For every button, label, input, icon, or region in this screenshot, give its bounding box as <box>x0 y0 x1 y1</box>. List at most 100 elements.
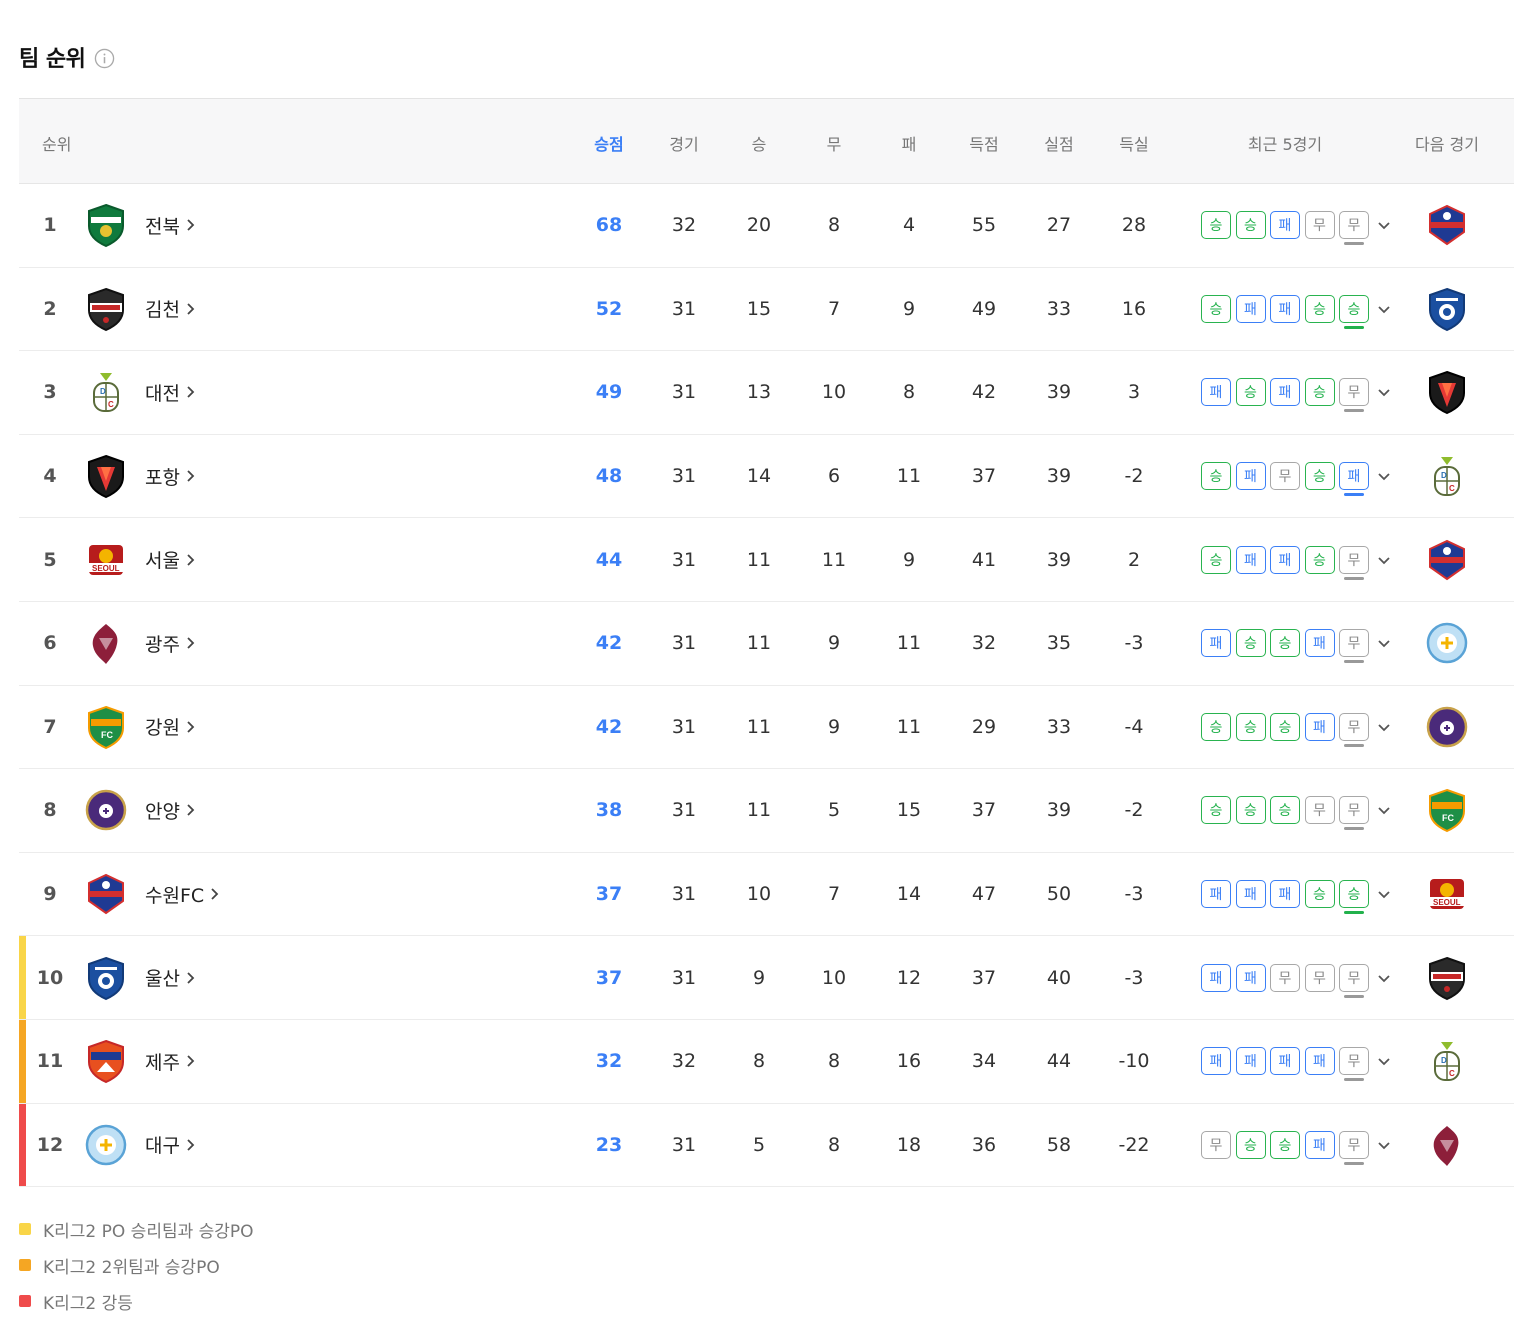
chevron-down-icon[interactable] <box>1376 886 1392 902</box>
table-row[interactable]: 1 전북 68 32 20 8 4 55 27 28 승 승 패 무 무 <box>19 184 1514 268</box>
next-match-ulsan-logo[interactable] <box>1424 286 1470 332</box>
result-badge-draw[interactable]: 무 <box>1339 211 1369 246</box>
header-wins[interactable]: 승 <box>719 131 799 155</box>
result-badge-loss[interactable]: 패 <box>1304 712 1335 741</box>
next-match-daejeon-logo[interactable]: DC <box>1424 1038 1470 1084</box>
result-badge-loss[interactable]: 패 <box>1201 378 1231 407</box>
result-badge-win[interactable]: 승 <box>1304 880 1335 909</box>
result-badge-draw[interactable]: 무 <box>1339 963 1369 998</box>
result-badge-win[interactable]: 승 <box>1201 462 1231 491</box>
team-link[interactable]: 광주 <box>83 620 196 666</box>
result-badge-draw[interactable]: 무 <box>1339 378 1369 413</box>
table-row[interactable]: 10 울산 37 31 9 10 12 37 40 -3 패 패 무 무 무 <box>19 936 1514 1020</box>
team-link[interactable]: 대구 <box>83 1122 196 1168</box>
chevron-down-icon[interactable] <box>1376 802 1392 818</box>
result-badge-win[interactable]: 승 <box>1270 712 1300 741</box>
result-badge-win[interactable]: 승 <box>1270 629 1300 658</box>
result-badge-loss[interactable]: 패 <box>1270 211 1300 240</box>
result-badge-draw[interactable]: 무 <box>1304 963 1335 992</box>
result-badge-draw[interactable]: 무 <box>1270 963 1300 992</box>
result-badge-loss[interactable]: 패 <box>1304 629 1335 658</box>
chevron-down-icon[interactable] <box>1376 635 1392 651</box>
table-row[interactable]: 3 DC 대전 49 31 13 10 8 42 39 3 패 승 패 승 무 <box>19 351 1514 435</box>
result-badge-win[interactable]: 승 <box>1270 796 1300 825</box>
result-badge-win[interactable]: 승 <box>1235 796 1266 825</box>
header-points[interactable]: 승점 <box>569 131 649 155</box>
result-badge-loss[interactable]: 패 <box>1201 629 1231 658</box>
result-badge-draw[interactable]: 무 <box>1270 462 1300 491</box>
table-row[interactable]: 11 제주 32 32 8 8 16 34 44 -10 패 패 패 패 무 D C <box>19 1019 1514 1104</box>
table-row[interactable]: 8 안양 38 31 11 5 15 37 39 -2 승 승 승 무 무 FC <box>19 769 1514 853</box>
header-goals-against[interactable]: 실점 <box>1019 131 1099 155</box>
next-match-seoul-logo[interactable]: SEOUL <box>1424 871 1470 917</box>
chevron-down-icon[interactable] <box>1376 217 1392 233</box>
chevron-down-icon[interactable] <box>1376 1053 1392 1069</box>
result-badge-draw[interactable]: 무 <box>1339 1047 1369 1082</box>
team-link[interactable]: 제주 <box>83 1038 196 1084</box>
result-badge-win[interactable]: 승 <box>1235 1130 1266 1159</box>
next-match-pohang-logo[interactable] <box>1424 369 1470 415</box>
table-row[interactable]: 6 광주 42 31 11 9 11 32 35 -3 패 승 승 패 무 <box>19 602 1514 686</box>
table-row[interactable]: 4 포항 48 31 14 6 11 37 39 -2 승 패 무 승 패 D C <box>19 435 1514 519</box>
table-row[interactable]: 9 수원FC 37 31 10 7 14 47 50 -3 패 패 패 승 승 SEOUL <box>19 853 1514 937</box>
result-badge-loss[interactable]: 패 <box>1235 1047 1266 1076</box>
header-played[interactable]: 경기 <box>644 131 724 155</box>
result-badge-loss[interactable]: 패 <box>1201 963 1231 992</box>
result-badge-draw[interactable]: 무 <box>1339 629 1369 664</box>
result-badge-win[interactable]: 승 <box>1201 545 1231 574</box>
result-badge-win[interactable]: 승 <box>1304 378 1335 407</box>
result-badge-win[interactable]: 승 <box>1235 712 1266 741</box>
result-badge-draw[interactable]: 무 <box>1304 211 1335 240</box>
result-badge-loss[interactable]: 패 <box>1235 294 1266 323</box>
result-badge-loss[interactable]: 패 <box>1235 880 1266 909</box>
next-match-daejeon-logo[interactable]: DC <box>1424 453 1470 499</box>
result-badge-loss[interactable]: 패 <box>1235 462 1266 491</box>
result-badge-draw[interactable]: 무 <box>1339 545 1369 580</box>
result-badge-loss[interactable]: 패 <box>1304 1047 1335 1076</box>
table-row[interactable]: 5 SEOUL 서울 44 31 11 11 9 41 39 2 승 패 패 승 무 <box>19 518 1514 602</box>
next-match-anyang-logo[interactable] <box>1424 704 1470 750</box>
info-icon[interactable] <box>94 48 115 69</box>
header-goals-for[interactable]: 득점 <box>944 131 1024 155</box>
result-badge-win[interactable]: 승 <box>1339 294 1369 329</box>
result-badge-draw[interactable]: 무 <box>1339 796 1369 831</box>
chevron-down-icon[interactable] <box>1376 719 1392 735</box>
result-badge-draw[interactable]: 무 <box>1339 712 1369 747</box>
team-link[interactable]: 김천 <box>83 286 196 332</box>
next-match-suwon-fc-logo[interactable] <box>1424 537 1470 583</box>
chevron-down-icon[interactable] <box>1376 468 1392 484</box>
result-badge-loss[interactable]: 패 <box>1270 545 1300 574</box>
result-badge-win[interactable]: 승 <box>1235 629 1266 658</box>
result-badge-loss[interactable]: 패 <box>1235 963 1266 992</box>
team-link[interactable]: SEOUL 서울 <box>83 537 196 583</box>
team-link[interactable]: 안양 <box>83 787 196 833</box>
chevron-down-icon[interactable] <box>1376 384 1392 400</box>
next-match-suwon-fc-logo[interactable] <box>1424 202 1470 248</box>
result-badge-loss[interactable]: 패 <box>1339 462 1369 497</box>
result-badge-win[interactable]: 승 <box>1304 462 1335 491</box>
result-badge-win[interactable]: 승 <box>1201 796 1231 825</box>
team-link[interactable]: DC 대전 <box>83 369 196 415</box>
result-badge-loss[interactable]: 패 <box>1270 294 1300 323</box>
next-match-gangwon-logo[interactable]: FC <box>1424 787 1470 833</box>
result-badge-win[interactable]: 승 <box>1339 880 1369 915</box>
chevron-down-icon[interactable] <box>1376 970 1392 986</box>
result-badge-win[interactable]: 승 <box>1235 378 1266 407</box>
table-row[interactable]: 2 김천 52 31 15 7 9 49 33 16 승 패 패 승 승 <box>19 268 1514 352</box>
table-row[interactable]: 12 대구 23 31 5 8 18 36 58 -22 무 승 승 패 무 <box>19 1103 1514 1188</box>
result-badge-loss[interactable]: 패 <box>1270 880 1300 909</box>
result-badge-draw[interactable]: 무 <box>1304 796 1335 825</box>
result-badge-loss[interactable]: 패 <box>1201 1047 1231 1076</box>
result-badge-win[interactable]: 승 <box>1304 294 1335 323</box>
header-losses[interactable]: 패 <box>869 131 949 155</box>
result-badge-win[interactable]: 승 <box>1304 545 1335 574</box>
result-badge-loss[interactable]: 패 <box>1304 1130 1335 1159</box>
table-row[interactable]: 7 FC 강원 42 31 11 9 11 29 33 -4 승 승 승 패 무 <box>19 686 1514 770</box>
team-link[interactable]: 전북 <box>83 202 196 248</box>
result-badge-draw[interactable]: 무 <box>1201 1130 1231 1159</box>
team-link[interactable]: 수원FC <box>83 871 220 917</box>
next-match-gimcheon-logo[interactable] <box>1424 955 1470 1001</box>
team-link[interactable]: 울산 <box>83 955 196 1001</box>
result-badge-draw[interactable]: 무 <box>1339 1130 1369 1165</box>
chevron-down-icon[interactable] <box>1376 552 1392 568</box>
